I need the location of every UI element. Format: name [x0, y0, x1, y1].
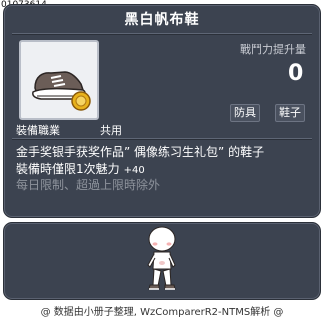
title-divider: [12, 33, 312, 35]
description-divider: [12, 138, 312, 140]
character-preview-panel: [3, 222, 321, 300]
combat-power-value: 0: [288, 61, 304, 86]
combat-power-label: 戰鬥力提升量: [240, 43, 306, 56]
item-title: 黑白帆布鞋: [124, 12, 200, 28]
gold-coin-icon: [71, 91, 91, 111]
charm-bonus-text: 裝備時僅限1次魅力: [16, 162, 120, 176]
charm-bonus-value: +40: [123, 165, 145, 176]
category-chip-shoes: 鞋子: [275, 104, 305, 122]
category-chip-armor: 防具: [230, 104, 260, 122]
job-requirement-value: 共用: [100, 124, 122, 137]
description-line-2: 裝備時僅限1次魅力 +40: [16, 160, 145, 177]
character-avatar-icon: [147, 226, 176, 290]
footer-credit: @ 数据由小册子整理, WzComparerR2-NTMS解析 @: [40, 307, 284, 318]
description-line-3: 每日限制、超過上限時除外: [16, 178, 161, 192]
description-line-1: 金手奖银手获奖作品” 偶像练习生礼包” 的鞋子: [16, 145, 265, 159]
item-tooltip: 黑白帆布鞋 戰鬥力提升量 0 防具 鞋子 裝備職業 共用 金手奖银手获奖作品” …: [3, 4, 321, 218]
canvas-shoe-icon: [32, 71, 91, 111]
item-icon-frame: [19, 40, 99, 120]
job-requirement-label: 裝備職業: [16, 124, 60, 137]
